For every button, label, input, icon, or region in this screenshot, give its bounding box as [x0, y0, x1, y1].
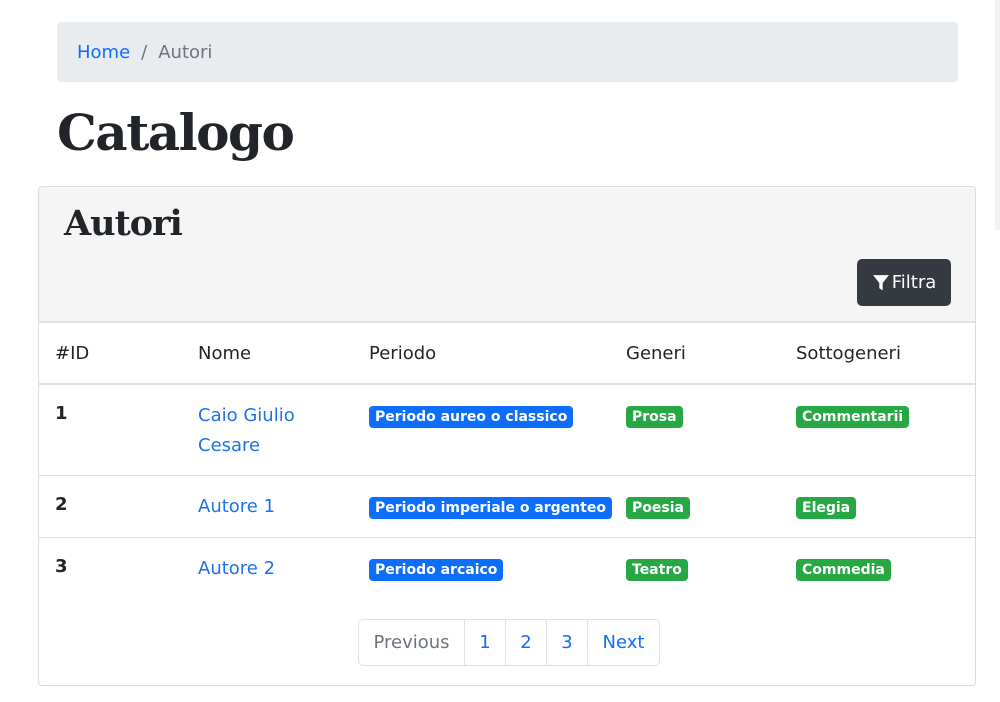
breadcrumb-home-link[interactable]: Home [77, 42, 130, 63]
column-header-id: #ID [55, 343, 90, 364]
periodo-badge: Periodo imperiale o argenteo [369, 497, 612, 519]
pagination-next[interactable]: Next [587, 620, 659, 665]
column-header-periodo: Periodo [369, 343, 437, 364]
scrollbar[interactable] [995, 0, 1000, 230]
table-row: 3 Autore 2 Periodo arcaico Teatro Commed… [39, 538, 975, 600]
periodo-badge: Periodo arcaico [369, 559, 504, 581]
pagination-page-3[interactable]: 3 [546, 620, 587, 665]
table-row: 1 Caio Giulio Cesare Periodo aureo o cla… [39, 385, 975, 476]
breadcrumb: Home / Autori [57, 22, 958, 82]
row-genere: Teatro [626, 558, 688, 581]
row-sottogenere: Commedia [796, 558, 891, 581]
row-periodo: Periodo imperiale o argenteo [369, 496, 612, 519]
column-header-sottogeneri: Sottogeneri [796, 343, 901, 364]
periodo-badge: Periodo aureo o classico [369, 406, 574, 428]
row-periodo: Periodo aureo o classico [369, 405, 574, 428]
row-sottogenere: Elegia [796, 496, 857, 519]
author-link[interactable]: Caio Giulio Cesare [198, 405, 295, 456]
genere-badge: Prosa [626, 406, 683, 428]
row-id: 2 [55, 494, 68, 515]
genere-badge: Poesia [626, 497, 690, 519]
filter-button-label: Filtra [891, 272, 937, 293]
author-link[interactable]: Autore 2 [198, 558, 275, 579]
row-genere: Poesia [626, 496, 690, 519]
breadcrumb-separator: / [141, 41, 148, 63]
pagination-page-2[interactable]: 2 [505, 620, 546, 665]
filter-icon [872, 274, 889, 290]
table-row: 2 Autore 1 Periodo imperiale o argenteo … [39, 476, 975, 538]
sottogenere-badge: Commentarii [796, 406, 910, 428]
row-id: 1 [55, 403, 68, 424]
sottogenere-badge: Commedia [796, 559, 891, 581]
card-header: Autori Filtra [39, 187, 975, 323]
sottogenere-badge: Elegia [796, 497, 857, 519]
page-title: Catalogo [57, 103, 295, 162]
column-header-generi: Generi [626, 343, 686, 364]
column-header-nome: Nome [198, 343, 252, 364]
filter-button[interactable]: Filtra [857, 259, 951, 306]
pagination-page-1[interactable]: 1 [464, 620, 505, 665]
row-genere: Prosa [626, 405, 683, 428]
genere-badge: Teatro [626, 559, 688, 581]
table-header: #ID Nome Periodo Generi Sottogeneri [39, 323, 975, 385]
row-id: 3 [55, 556, 68, 577]
pagination-previous[interactable]: Previous [359, 620, 464, 665]
card-title: Autori [64, 203, 183, 244]
breadcrumb-current: Autori [158, 41, 213, 63]
pagination: Previous 1 2 3 Next [358, 619, 660, 666]
row-periodo: Periodo arcaico [369, 558, 504, 581]
row-name: Caio Giulio Cesare [198, 401, 328, 461]
row-name: Autore 1 [198, 492, 348, 522]
authors-card: Autori Filtra #ID Nome Periodo Generi So… [38, 186, 976, 686]
row-sottogenere: Commentarii [796, 405, 910, 428]
author-link[interactable]: Autore 1 [198, 496, 275, 517]
row-name: Autore 2 [198, 554, 348, 584]
